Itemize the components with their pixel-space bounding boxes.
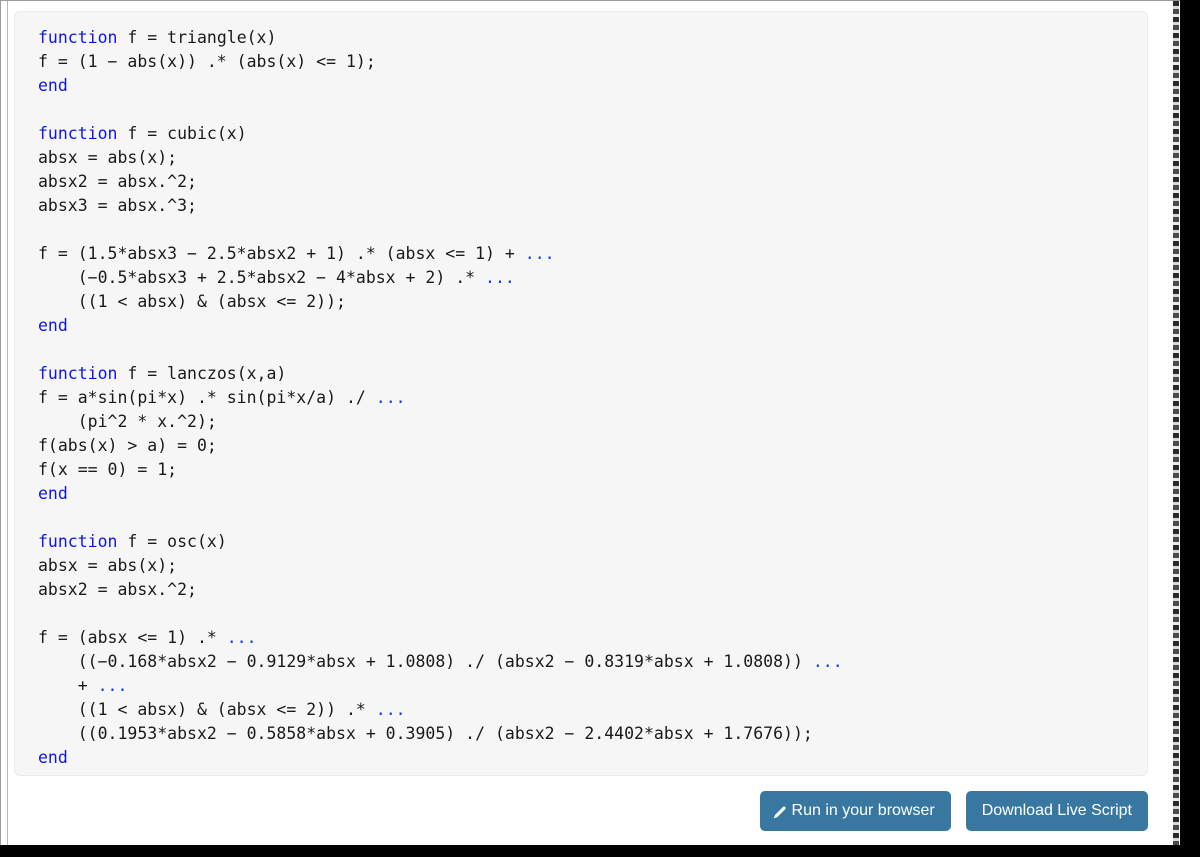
viewport: function f = triangle(x) f = (1 − abs(x)… xyxy=(0,0,1200,857)
code-text: f = (1 − abs(x)) .* (abs(x) <= 1); xyxy=(38,52,376,71)
pencil-icon xyxy=(772,804,788,820)
code-keyword: end xyxy=(38,748,68,767)
download-live-script-button[interactable]: Download Live Script xyxy=(965,791,1148,831)
code-text: absx2 = absx.^2; xyxy=(38,580,197,599)
code-text: ((1 < absx) & (absx <= 2)); xyxy=(38,292,346,311)
left-margin-rule xyxy=(7,1,8,845)
code-keyword: end xyxy=(38,76,68,95)
code-continuation: ... xyxy=(375,388,406,407)
code-continuation: ... xyxy=(524,244,555,263)
code-keyword: end xyxy=(38,484,68,503)
code-keyword: function xyxy=(38,124,118,143)
code-continuation: ... xyxy=(812,652,843,671)
page-surface: function f = triangle(x) f = (1 − abs(x)… xyxy=(0,0,1180,845)
code-text: f = a*sin(pi*x) .* sin(pi*x/a) ./ xyxy=(38,388,376,407)
code-text: absx2 = absx.^2; xyxy=(38,172,197,191)
code-text: ((0.1953*absx2 − 0.5858*absx + 0.3905) .… xyxy=(38,724,813,743)
code-text: f(abs(x) > a) = 0; xyxy=(38,436,217,455)
code-continuation: ... xyxy=(485,268,515,287)
code-text: f(x == 0) = 1; xyxy=(38,460,178,479)
code-text: ((−0.168*absx2 − 0.9129*absx + 1.0808) .… xyxy=(38,652,813,671)
code-text: f = osc(x) xyxy=(117,532,227,551)
code-text: ((1 < absx) & (absx <= 2)) .* xyxy=(38,700,376,719)
run-in-browser-button[interactable]: Run in your browser xyxy=(759,791,951,831)
code-text: f = (absx <= 1) .* xyxy=(38,628,227,647)
code-continuation: ... xyxy=(226,628,257,647)
code-text: absx = abs(x); xyxy=(38,148,178,167)
code-text: absx = abs(x); xyxy=(38,556,178,575)
action-button-row: Run in your browser Download Live Script xyxy=(14,791,1148,831)
code-continuation: ... xyxy=(375,700,406,719)
code-text: + xyxy=(38,676,98,695)
code-text: f = triangle(x) xyxy=(117,28,277,47)
code-keyword: function xyxy=(38,364,118,383)
code-text: f = lanczos(x,a) xyxy=(117,364,287,383)
viewport-bottom-edge xyxy=(0,845,1200,857)
code-block[interactable]: function f = triangle(x) f = (1 − abs(x)… xyxy=(14,11,1148,776)
code-text: f = (1.5*absx3 − 2.5*absx2 + 1) .* (absx… xyxy=(38,244,525,263)
code-keyword: end xyxy=(38,316,68,335)
code-text: (−0.5*absx3 + 2.5*absx2 − 4*absx + 2) .* xyxy=(38,268,486,287)
code-text: (pi^2 * x.^2); xyxy=(38,412,217,431)
code-text: absx3 = absx.^3; xyxy=(38,196,197,215)
vertical-scrollbar-thumb[interactable] xyxy=(1173,1,1179,845)
run-in-browser-label: Run in your browser xyxy=(791,802,935,819)
code-keyword: function xyxy=(38,532,118,551)
code-content[interactable]: function f = triangle(x) f = (1 − abs(x)… xyxy=(15,12,1147,770)
code-keyword: function xyxy=(38,28,118,47)
code-text: f = cubic(x) xyxy=(117,124,247,143)
code-continuation: ... xyxy=(97,676,128,695)
download-live-script-label: Download Live Script xyxy=(981,802,1132,819)
